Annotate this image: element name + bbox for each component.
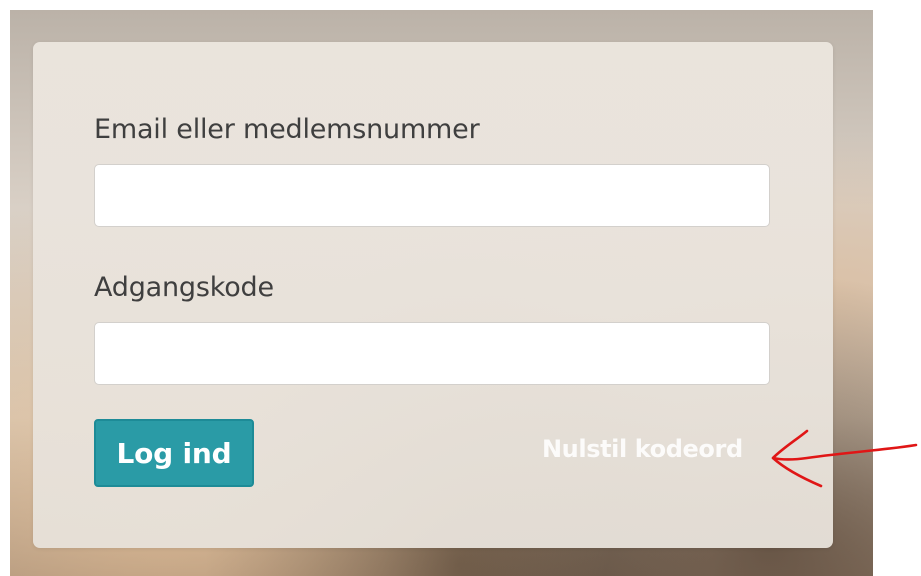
password-input[interactable] [94,322,770,385]
password-label: Adgangskode [94,272,274,303]
email-label: Email eller medlemsnummer [94,114,480,145]
email-input[interactable] [94,164,770,227]
reset-password-link[interactable]: Nulstil kodeord [542,437,743,461]
login-card: Email eller medlemsnummer Adgangskode Lo… [33,42,833,548]
login-button[interactable]: Log ind [94,419,254,487]
screenshot-frame: Email eller medlemsnummer Adgangskode Lo… [0,0,921,576]
